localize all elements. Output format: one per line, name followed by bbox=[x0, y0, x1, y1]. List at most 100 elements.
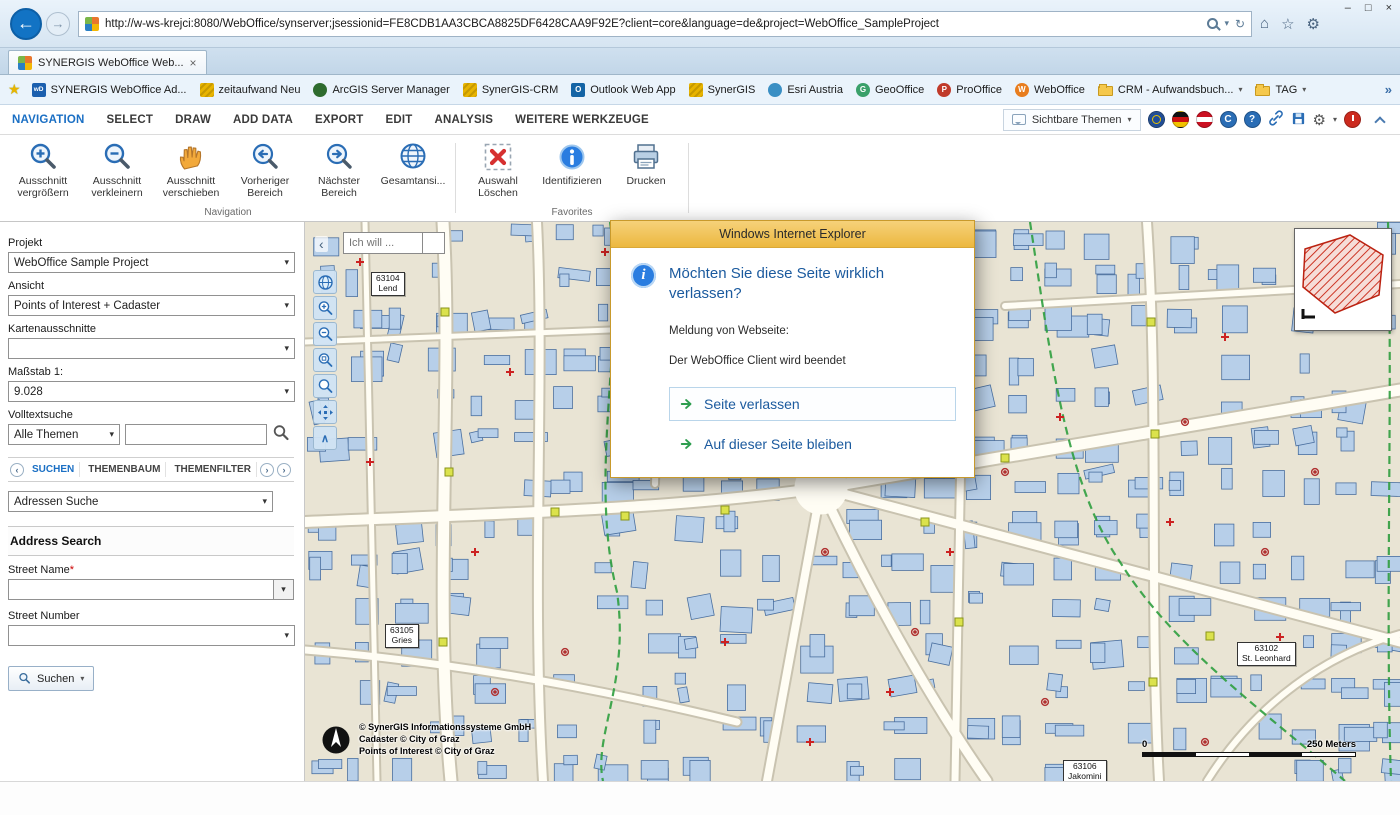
volltext-scope-select[interactable]: Alle Themen▾ bbox=[8, 424, 120, 445]
pan-button[interactable]: Ausschnitt verschieben bbox=[154, 139, 228, 206]
close-button[interactable]: × bbox=[1386, 2, 1392, 14]
eu-flag-icon[interactable] bbox=[1148, 111, 1165, 128]
kartenausschnitte-select[interactable]: ▾ bbox=[8, 338, 295, 359]
zoom-in-button[interactable]: Ausschnitt vergrößern bbox=[6, 139, 80, 206]
favorite-folder[interactable]: TAG▾ bbox=[1249, 81, 1312, 99]
page-icon bbox=[85, 17, 99, 31]
help-icon[interactable]: ? bbox=[1244, 111, 1261, 128]
identify-info-icon bbox=[556, 141, 588, 173]
home-icon[interactable]: ⌂ bbox=[1260, 15, 1269, 32]
ansicht-select[interactable]: Points of Interest + Cadaster▾ bbox=[8, 295, 295, 316]
ich-will-input[interactable] bbox=[343, 232, 423, 254]
menu-add-data[interactable]: ADD DATA bbox=[233, 114, 293, 126]
search-type-select[interactable]: Adressen Suche▾ bbox=[8, 491, 273, 512]
zoom-out-tool[interactable] bbox=[313, 322, 337, 346]
tab-suchen[interactable]: SUCHEN bbox=[27, 462, 80, 477]
overview-globe-tool[interactable] bbox=[313, 270, 337, 294]
tab-close-icon[interactable]: × bbox=[190, 56, 197, 70]
volltext-search-icon[interactable] bbox=[272, 424, 290, 445]
tab-themenbaum[interactable]: THEMENBAUM bbox=[83, 462, 166, 477]
menu-weitere-werkzeuge[interactable]: WEITERE WERKZEUGE bbox=[515, 114, 649, 126]
browser-tab[interactable]: SYNERGIS WebOffice Web... × bbox=[8, 50, 207, 74]
scale-bar-graphic bbox=[1142, 752, 1356, 757]
massstab-select[interactable]: 9.028▾ bbox=[8, 381, 295, 402]
menu-edit[interactable]: EDIT bbox=[385, 114, 412, 126]
favorite-item[interactable]: ArcGIS Server Manager bbox=[307, 80, 455, 100]
favorite-item[interactable]: OOutlook Web App bbox=[565, 80, 681, 100]
pan-tool[interactable] bbox=[313, 400, 337, 424]
favorites-star-icon[interactable]: ☆ bbox=[1281, 15, 1294, 33]
tabs-scroll-left-icon[interactable]: ‹ bbox=[10, 463, 24, 477]
menu-export[interactable]: EXPORT bbox=[315, 114, 364, 126]
projekt-select[interactable]: WebOffice Sample Project▾ bbox=[8, 252, 295, 273]
tab-themenfilter[interactable]: THEMENFILTER bbox=[169, 462, 256, 477]
search-icon[interactable] bbox=[1207, 18, 1218, 29]
favorite-item[interactable]: zeitaufwand Neu bbox=[194, 80, 307, 100]
zoom-out-button[interactable]: Ausschnitt verkleinern bbox=[80, 139, 154, 206]
toolbar-separator bbox=[455, 143, 456, 213]
chart-icon bbox=[463, 83, 477, 97]
address-bar[interactable]: http://w-ws-krejci:8080/WebOffice/synser… bbox=[78, 11, 1252, 37]
favorites-overflow-icon[interactable]: » bbox=[1385, 82, 1392, 97]
visible-themes-dropdown[interactable]: Sichtbare Themen ▾ bbox=[1003, 109, 1141, 131]
refresh-icon[interactable]: ↻ bbox=[1235, 17, 1245, 31]
street-name-dropdown[interactable]: ▾ bbox=[274, 579, 294, 600]
forward-button[interactable]: → bbox=[46, 12, 70, 36]
menu-draw[interactable]: DRAW bbox=[175, 114, 211, 126]
print-button[interactable]: Drucken bbox=[609, 139, 683, 206]
identify-button[interactable]: Identifizieren bbox=[535, 139, 609, 206]
favorite-item[interactable]: Esri Austria bbox=[762, 80, 849, 100]
caret-down-icon[interactable]: ▾ bbox=[1333, 115, 1337, 124]
link-icon[interactable] bbox=[1268, 110, 1284, 129]
zoom-window-tool[interactable] bbox=[313, 348, 337, 372]
minimize-button[interactable]: – bbox=[1345, 2, 1351, 14]
suchen-button[interactable]: Suchen ▾ bbox=[8, 666, 94, 691]
menu-analysis[interactable]: ANALYSIS bbox=[434, 114, 493, 126]
favorite-item[interactable]: SynerGIS-CRM bbox=[457, 80, 564, 100]
autocomplete-caret-icon[interactable]: ▾ bbox=[1224, 18, 1229, 29]
ich-will-search[interactable] bbox=[343, 232, 445, 254]
back-button[interactable]: ← bbox=[10, 8, 42, 40]
tabs-scroll-right-icon[interactable]: › bbox=[260, 463, 274, 477]
stay-on-page-option[interactable]: Auf dieser Seite bleiben bbox=[669, 427, 956, 461]
overview-map[interactable] bbox=[1294, 228, 1392, 331]
volltext-input[interactable] bbox=[125, 424, 267, 445]
street-number-select[interactable]: ▾ bbox=[8, 625, 295, 646]
favorite-item[interactable]: GGeoOffice bbox=[850, 80, 930, 100]
menu-navigation[interactable]: NAVIGATION bbox=[12, 114, 85, 126]
settings-gear-icon[interactable]: ⚙ bbox=[1313, 111, 1326, 129]
dialog-message-label: Meldung von Webseite: bbox=[669, 325, 956, 337]
favorite-folder[interactable]: CRM - Aufwandsbuch...▾ bbox=[1092, 81, 1249, 99]
favorite-item[interactable]: SynerGIS bbox=[683, 80, 762, 100]
austrian-flag-icon[interactable] bbox=[1196, 111, 1213, 128]
maximize-button[interactable]: □ bbox=[1365, 2, 1372, 14]
globe-icon bbox=[397, 141, 429, 173]
leave-page-option[interactable]: Seite verlassen bbox=[669, 387, 956, 421]
globe-c-icon[interactable]: C bbox=[1220, 111, 1237, 128]
collapse-tools-icon[interactable]: ∧ bbox=[313, 426, 337, 450]
tools-gear-icon[interactable]: ⚙ bbox=[1307, 15, 1320, 33]
add-favorite-star-icon[interactable]: ★ bbox=[8, 81, 21, 98]
previous-extent-button[interactable]: Vorheriger Bereich bbox=[228, 139, 302, 206]
clear-selection-button[interactable]: Auswahl Löschen bbox=[461, 139, 535, 206]
zoom-in-tool[interactable] bbox=[313, 296, 337, 320]
logout-power-icon[interactable] bbox=[1344, 111, 1361, 128]
url-text[interactable]: http://w-ws-krejci:8080/WebOffice/synser… bbox=[105, 18, 1201, 30]
zoom-extent-tool[interactable] bbox=[313, 374, 337, 398]
tabs-more-icon[interactable]: › bbox=[277, 463, 291, 477]
full-extent-button[interactable]: Gesamtansi... bbox=[376, 139, 450, 206]
ribbon-toolbar: Ausschnitt vergrößern Ausschnitt verklei… bbox=[0, 135, 1400, 222]
save-icon[interactable] bbox=[1291, 111, 1306, 129]
required-marker: * bbox=[70, 564, 74, 576]
caret-down-icon: ▾ bbox=[262, 496, 267, 507]
favorite-item[interactable]: wDSYNERGIS WebOffice Ad... bbox=[26, 80, 193, 100]
favorite-item[interactable]: PProOffice bbox=[931, 80, 1008, 100]
ich-will-go-button[interactable] bbox=[423, 232, 445, 254]
next-extent-button[interactable]: Nächster Bereich bbox=[302, 139, 376, 206]
menu-select[interactable]: SELECT bbox=[107, 114, 154, 126]
collapse-panel-icon[interactable]: ‹ bbox=[315, 236, 328, 252]
favorite-item[interactable]: WWebOffice bbox=[1009, 80, 1091, 100]
german-flag-icon[interactable] bbox=[1172, 111, 1189, 128]
collapse-ribbon-icon[interactable] bbox=[1374, 116, 1385, 127]
street-name-input[interactable] bbox=[8, 579, 274, 600]
